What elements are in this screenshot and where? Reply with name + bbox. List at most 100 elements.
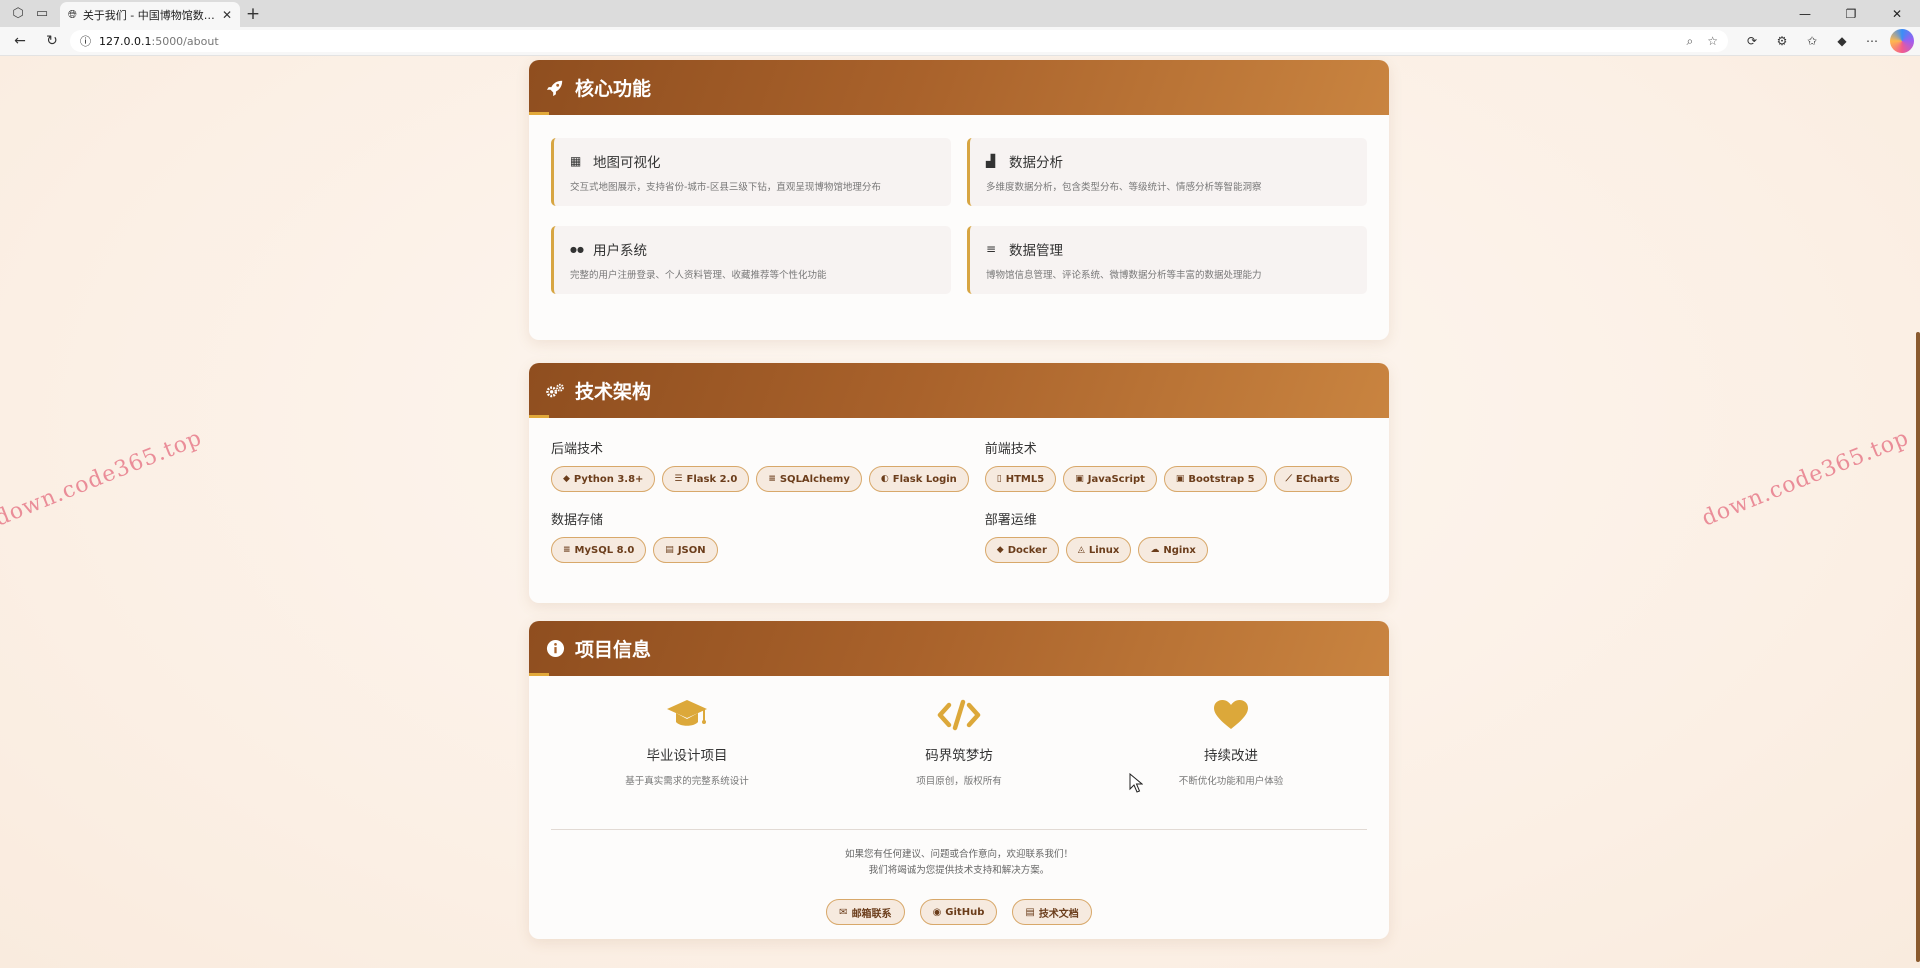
tech-group-storage: 数据存储 ≡ MySQL 8.0 ▤ JSON	[551, 509, 969, 580]
tech-groups: 后端技术 ◆ Python 3.8+ ☰ Flask 2.0 ≡ SQLAlchemy…	[529, 418, 1389, 580]
feature-data-management: ≡ 数据管理 博物馆信息管理、评论系统、微博数据分析等丰富的数据处理能力	[967, 226, 1367, 294]
heart-icon	[1095, 696, 1367, 734]
github-button[interactable]: ◉ GitHub	[919, 899, 998, 925]
linux-icon: ◬	[1077, 545, 1085, 555]
docker-icon: ◆	[996, 545, 1004, 555]
tech-header: 技术架构	[529, 363, 1389, 418]
url-input[interactable]: ⓘ 127.0.0.1:5000/about ⌕ ☆	[70, 30, 1728, 52]
chip-nginx: ☁ Nginx	[1138, 537, 1208, 563]
email-contact-button[interactable]: ✉ 邮箱联系	[826, 899, 905, 925]
chip-label: Docker	[1007, 544, 1047, 556]
contact-line: 如果您有任何建议、问题或合作意向，欢迎联系我们！	[844, 849, 1073, 860]
features-grid: ▦ 地图可视化 交互式地图展示，支持省份-城市-区县三级下钻，直观呈现博物馆地理分…	[529, 115, 1389, 328]
file-icon: ▤	[1025, 906, 1035, 918]
extension-icon[interactable]: ⚙	[1770, 29, 1794, 53]
server-icon: ☰	[674, 474, 683, 484]
new-tab-button[interactable]: +	[240, 2, 266, 26]
watermark-right: down.code365.top	[1698, 425, 1913, 532]
project-header: 项目信息	[529, 621, 1389, 676]
mouse-cursor-icon	[1129, 773, 1143, 793]
database-icon: ≡	[986, 242, 997, 256]
chip-label: JavaScript	[1087, 473, 1145, 485]
page-viewport: down.code365.top down.code365.top down.c…	[0, 56, 1920, 968]
workspaces-icon[interactable]: ⬡	[6, 1, 30, 25]
chip-label: Bootstrap 5	[1188, 473, 1255, 485]
features-header: 核心功能	[529, 60, 1389, 115]
feature-analysis: ▟ 数据分析 多维度数据分析，包含类型分布、等级统计、情感分析等智能洞察	[967, 138, 1367, 206]
profile-icon[interactable]: ◆	[1830, 29, 1854, 53]
feature-desc: 完整的用户注册登录、个人资料管理、收藏推荐等个性化功能	[570, 270, 827, 281]
tech-group-label: 后端技术	[551, 442, 604, 457]
back-button[interactable]: ←	[6, 29, 34, 53]
minimize-button[interactable]: —	[1782, 0, 1828, 27]
feature-title: 地图可视化	[593, 155, 661, 171]
features-title: 核心功能	[575, 78, 652, 100]
cogs-icon	[545, 381, 565, 401]
rocket-icon	[545, 78, 565, 98]
chart-icon: ▟	[986, 154, 996, 168]
feature-title: 用户系统	[593, 243, 647, 259]
feature-title: 数据管理	[1009, 243, 1063, 259]
browser-tab-active[interactable]: 🌐︎ 关于我们 - 中国博物馆数据可视化 ✕	[60, 2, 240, 27]
page-scrollbar[interactable]	[1914, 56, 1920, 968]
github-icon: ◉	[932, 906, 942, 918]
url-host: 127.0.0.1	[99, 34, 152, 48]
project-card: 项目信息 毕业设计项目 基于真实需求的完整系统设计 码界筑梦坊 项目原创，版权所…	[529, 621, 1389, 939]
info-sub: 项目原创，版权所有	[916, 776, 1002, 787]
feature-desc: 博物馆信息管理、评论系统、微博数据分析等丰富的数据处理能力	[986, 270, 1262, 281]
copilot-icon[interactable]	[1890, 29, 1914, 53]
tab-actions-icon[interactable]: ▭	[30, 1, 54, 25]
chip-flask: ☰ Flask 2.0	[662, 466, 750, 492]
favorite-star-icon[interactable]: ☆	[1707, 34, 1718, 49]
info-title: 毕业设计项目	[646, 748, 728, 764]
chip-label: MySQL 8.0	[574, 544, 635, 556]
chip-bootstrap: ▣ Bootstrap 5	[1163, 466, 1267, 492]
chip-label: ECharts	[1295, 473, 1340, 485]
tab-close-icon[interactable]: ✕	[222, 8, 232, 22]
url-path: :5000/about	[151, 34, 219, 48]
tech-docs-button[interactable]: ▤ 技术文档	[1012, 899, 1092, 925]
refresh-button[interactable]: ↻	[38, 29, 66, 53]
restore-button[interactable]: ❐	[1828, 0, 1874, 27]
chip-label: Flask Login	[892, 473, 957, 485]
tech-group-label: 数据存储	[551, 513, 604, 528]
info-title: 码界筑梦坊	[925, 748, 993, 764]
info-col-graduation: 毕业设计项目 基于真实需求的完整系统设计	[551, 696, 823, 787]
contact-line: 我们将竭诚为您提供技术支持和解决方案。	[868, 865, 1050, 876]
tech-group-frontend: 前端技术 ▯ HTML5 ▣ JavaScript ▣ Bootstrap 5 ⟋ EC…	[984, 438, 1367, 509]
tech-group-label: 前端技术	[984, 442, 1037, 457]
chip-docker: ◆ Docker	[984, 537, 1059, 563]
graduation-cap-icon	[551, 696, 823, 734]
chip-label: Flask 2.0	[686, 473, 738, 485]
refresh-extension-icon[interactable]: ⟳	[1740, 29, 1764, 53]
contact-buttons: ✉ 邮箱联系 ◉ GitHub ▤ 技术文档	[529, 899, 1389, 925]
chip-mysql: ≡ MySQL 8.0	[551, 537, 647, 563]
info-title: 持续改进	[1204, 748, 1258, 764]
feature-map: ▦ 地图可视化 交互式地图展示，支持省份-城市-区县三级下钻，直观呈现博物馆地理分…	[551, 138, 951, 206]
line-chart-icon: ⟋	[1285, 474, 1292, 484]
feature-title: 数据分析	[1009, 155, 1063, 171]
more-menu-icon[interactable]: ⋯	[1860, 29, 1884, 53]
tech-group-label: 部署运维	[984, 513, 1037, 528]
chip-linux: ◬ Linux	[1065, 537, 1132, 563]
js-icon: ▣	[1075, 474, 1084, 484]
info-circle-icon	[545, 639, 565, 659]
window-close-button[interactable]: ✕	[1874, 0, 1920, 27]
feature-users: ●● 用户系统 完整的用户注册登录、个人资料管理、收藏推荐等个性化功能	[551, 226, 951, 294]
chip-label: SQLAlchemy	[779, 473, 850, 485]
address-bar: ← ↻ ⓘ 127.0.0.1:5000/about ⌕ ☆ ⟳ ⚙ ✩ ◆ ⋯	[0, 27, 1920, 56]
cloud-icon: ☁	[1150, 545, 1160, 555]
button-label: GitHub	[945, 906, 985, 918]
features-card: 核心功能 ▦ 地图可视化 交互式地图展示，支持省份-城市-区县三级下钻，直观呈现博…	[529, 60, 1389, 340]
zoom-icon[interactable]: ⌕	[1687, 34, 1694, 49]
favorites-icon[interactable]: ✩	[1800, 29, 1824, 53]
watermark-left: down.code365.top	[0, 425, 206, 532]
scrollbar-thumb[interactable]	[1916, 332, 1920, 962]
globe-icon: 🌐︎	[68, 7, 77, 21]
info-col-studio: 码界筑梦坊 项目原创，版权所有	[823, 696, 1095, 787]
chip-label: HTML5	[1005, 473, 1045, 485]
browser-tabbar: ⬡ ▭ 🌐︎ 关于我们 - 中国博物馆数据可视化 ✕ + — ❐ ✕	[0, 0, 1920, 27]
shield-icon: ◐	[880, 474, 889, 484]
site-info-icon[interactable]: ⓘ	[80, 33, 91, 49]
file-icon: ▤	[665, 545, 674, 555]
